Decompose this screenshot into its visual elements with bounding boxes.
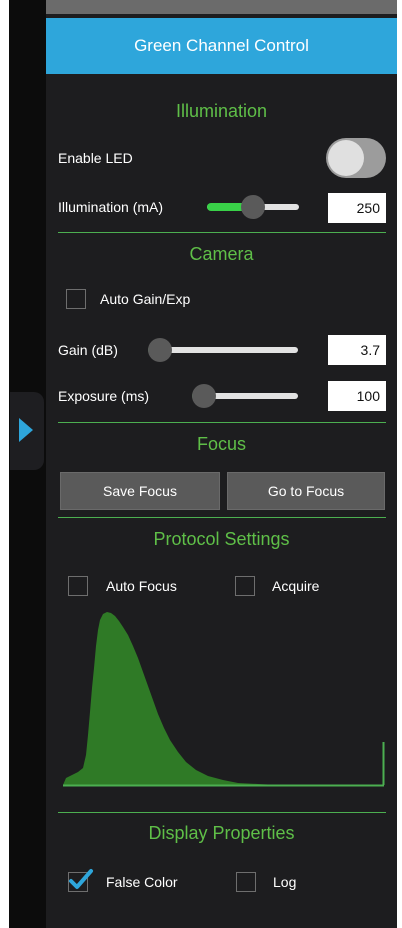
acquire-checkbox[interactable] (235, 576, 255, 596)
divider (58, 232, 386, 233)
histogram-area (63, 612, 318, 785)
auto-focus-label: Auto Focus (106, 578, 177, 594)
divider (58, 812, 386, 813)
section-camera-heading: Camera (189, 244, 254, 264)
section-display-heading: Display Properties (148, 823, 295, 843)
false-color-checkbox[interactable] (68, 869, 93, 892)
intensity-histogram (63, 612, 385, 787)
auto-gain-checkbox[interactable] (66, 289, 86, 309)
play-arrow-icon (19, 418, 33, 442)
panel-top-bar (46, 0, 397, 14)
slider-knob[interactable] (192, 384, 216, 408)
section-illumination-heading: Illumination (175, 101, 268, 121)
acquire-label: Acquire (272, 578, 320, 594)
section-protocol-heading: Protocol Settings (153, 529, 290, 549)
auto-gain-label: Auto Gain/Exp (100, 291, 191, 307)
checkmark-icon (69, 869, 93, 889)
enable-led-label: Enable LED (58, 150, 133, 166)
collapse-tab[interactable] (10, 392, 44, 470)
divider (58, 422, 386, 423)
exposure-slider[interactable] (192, 383, 298, 409)
illumination-slider[interactable] (207, 194, 299, 220)
auto-focus-checkbox[interactable] (68, 576, 88, 596)
illumination-value-input[interactable]: 250 (328, 193, 386, 223)
gain-slider[interactable] (148, 337, 298, 363)
section-focus-heading: Focus (196, 434, 247, 454)
window-margin-right (397, 0, 402, 928)
window-margin-left (0, 0, 9, 928)
slider-knob[interactable] (241, 195, 265, 219)
log-label: Log (273, 874, 297, 890)
save-focus-button[interactable]: Save Focus (60, 472, 220, 510)
go-to-focus-button[interactable]: Go to Focus (227, 472, 385, 510)
false-color-label: False Color (106, 874, 178, 890)
exposure-label: Exposure (ms) (58, 388, 150, 404)
slider-knob[interactable] (148, 338, 172, 362)
panel-title: Green Channel Control (46, 18, 397, 74)
toggle-knob (328, 140, 364, 176)
illumination-label: Illumination (mA) (58, 199, 164, 215)
enable-led-toggle[interactable] (326, 138, 386, 178)
log-checkbox[interactable] (236, 872, 256, 892)
divider (58, 517, 386, 518)
gain-label: Gain (dB) (58, 342, 118, 358)
gain-value-input[interactable]: 3.7 (328, 335, 386, 365)
exposure-value-input[interactable]: 100 (328, 381, 386, 411)
